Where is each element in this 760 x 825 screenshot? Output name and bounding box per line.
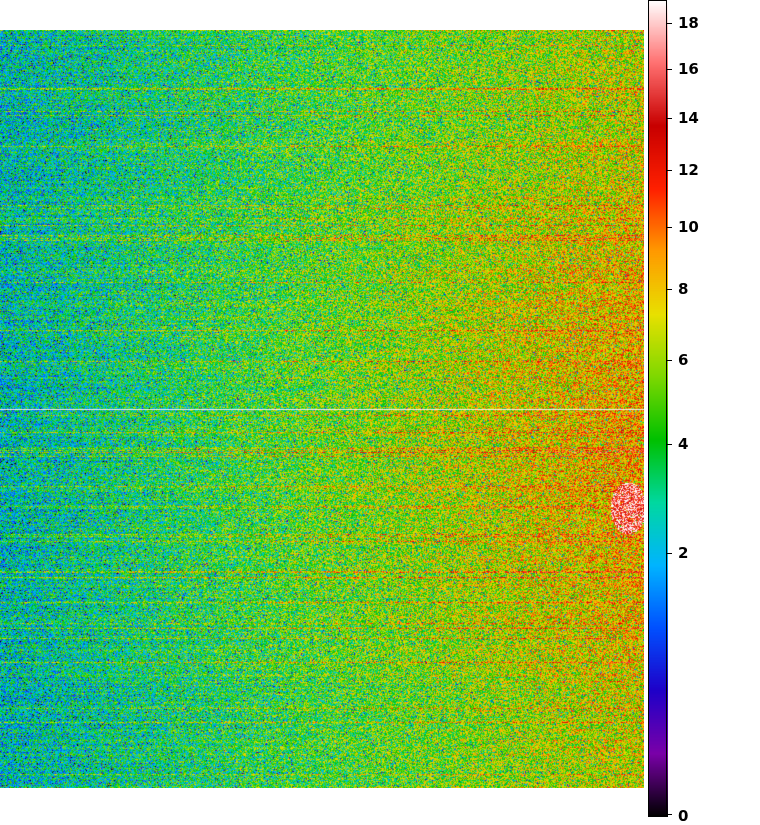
colorbar-tick-label: 8 xyxy=(678,280,689,298)
colorbar-tick-label: 14 xyxy=(678,109,699,127)
colorbar-tick-label: 2 xyxy=(678,544,689,562)
colorbar-tick xyxy=(667,227,672,228)
colorbar-tick xyxy=(667,553,672,554)
colorbar xyxy=(648,0,668,817)
colorbar-tick-label: 10 xyxy=(678,218,699,236)
colorbar-tick-label: 16 xyxy=(678,60,699,78)
colorbar-tick-label: 4 xyxy=(678,435,689,453)
detector-image xyxy=(0,30,644,788)
colorbar-tick xyxy=(667,289,672,290)
colorbar-tick-label: 6 xyxy=(678,351,689,369)
colorbar-tick-label: 12 xyxy=(678,161,699,179)
colorbar-tick-label: 18 xyxy=(678,14,699,32)
colorbar-tick xyxy=(667,118,672,119)
colorbar-tick xyxy=(667,23,672,24)
colorbar-tick xyxy=(667,444,672,445)
colorbar-tick xyxy=(667,69,672,70)
colorbar-tick xyxy=(667,814,672,815)
colorbar-tick xyxy=(667,170,672,171)
colorbar-tick xyxy=(667,360,672,361)
